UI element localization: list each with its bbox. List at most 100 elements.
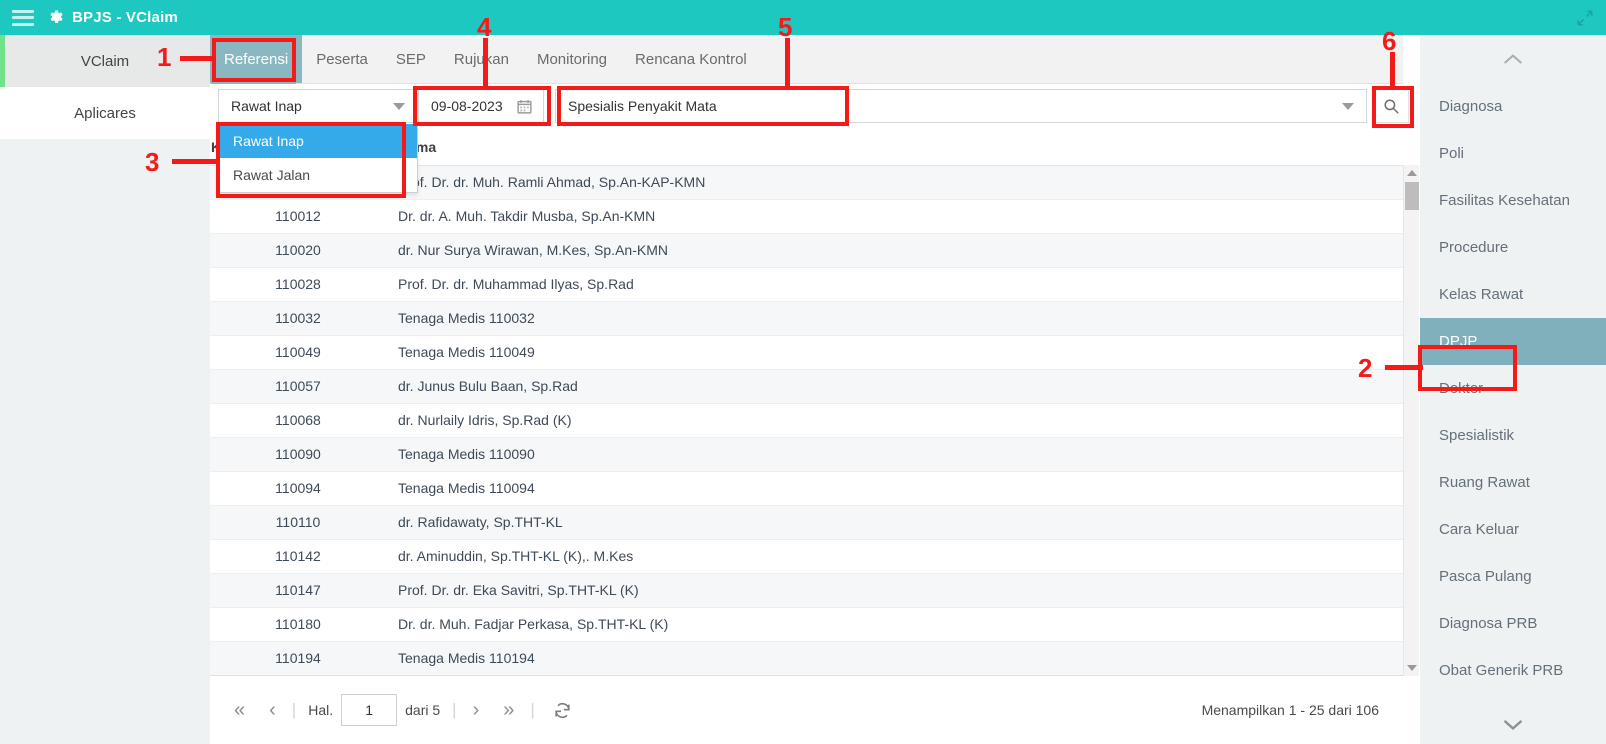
tab-sep[interactable]: SEP: [382, 35, 440, 83]
cell-kode: 110147: [210, 573, 386, 608]
table-row[interactable]: 110068 dr. Nurlaily Idris, Sp.Rad (K): [210, 403, 1403, 438]
right-menu-label: Fasilitas Kesehatan: [1439, 192, 1570, 209]
tab-referensi[interactable]: Referensi: [210, 35, 303, 83]
table-row[interactable]: 110110 dr. Rafidawaty, Sp.THT-KL: [210, 505, 1403, 540]
table-row[interactable]: 110020 dr. Nur Surya Wirawan, M.Kes, Sp.A…: [210, 233, 1403, 268]
right-menu-item-pasca-pulang[interactable]: Pasca Pulang: [1420, 553, 1606, 600]
chevron-down-icon: [1407, 665, 1417, 671]
tab-label: Rujukan: [453, 50, 509, 68]
cell-nama: Tenaga Medis 110032: [386, 301, 1403, 336]
jenis-pelayanan-dropdown-list[interactable]: Rawat Inap Rawat Jalan: [218, 124, 418, 193]
right-menu-item-obat-generik-prb[interactable]: Obat Generik PRB: [1420, 647, 1606, 694]
window-title: BPJS - VClaim: [72, 9, 178, 26]
right-menu-label: Obat Generik PRB: [1439, 662, 1564, 679]
cell-nama: Dr. dr. A. Muh. Takdir Musba, Sp.An-KMN: [386, 199, 1403, 234]
cell-nama: dr. Nurlaily Idris, Sp.Rad (K): [386, 403, 1403, 438]
prev-page-button[interactable]: ‹: [257, 700, 288, 720]
scrollbar-thumb[interactable]: [1405, 182, 1419, 210]
cell-kode: 110068: [210, 403, 386, 438]
calendar-icon[interactable]: [516, 98, 533, 115]
table-row[interactable]: 110142 dr. Aminuddin, Sp.THT-KL (K),. M.K…: [210, 539, 1403, 574]
page-number-input[interactable]: [341, 694, 398, 726]
scroll-down-button[interactable]: [1404, 660, 1420, 676]
table-row[interactable]: 110012 Dr. dr. A. Muh. Takdir Musba, Sp.A…: [210, 199, 1403, 234]
right-sidebar-collapse-down[interactable]: [1420, 710, 1606, 740]
divider: |: [530, 700, 535, 719]
tanggal-field[interactable]: 09-08-2023: [418, 89, 544, 123]
sidebar-item-vclaim[interactable]: VClaim: [0, 35, 210, 87]
title-bar: BPJS - VClaim: [0, 0, 1606, 35]
cell-kode: 110110: [210, 505, 386, 540]
table-row[interactable]: 110057 dr. Junus Bulu Baan, Sp.Rad: [210, 369, 1403, 404]
cell-kode: 110028: [210, 267, 386, 302]
table-row[interactable]: 110147 Prof. Dr. dr. Eka Savitri, Sp.THT-…: [210, 573, 1403, 608]
right-menu-item-ruang-rawat[interactable]: Ruang Rawat: [1420, 459, 1606, 506]
table-row[interactable]: 110090 Tenaga Medis 110090: [210, 437, 1403, 472]
dropdown-option-rawat-jalan[interactable]: Rawat Jalan: [219, 158, 417, 192]
tab-rencana-kontrol[interactable]: Rencana Kontrol: [621, 35, 761, 83]
tab-monitoring[interactable]: Monitoring: [523, 35, 621, 83]
left-sidebar: VClaim Aplicares: [0, 35, 210, 744]
table-body: Prof. Dr. dr. Muh. Ramli Ahmad, Sp.An-KA…: [210, 165, 1403, 675]
spesialistik-value: Spesialis Penyakit Mata: [568, 98, 717, 114]
table-row[interactable]: 110094 Tenaga Medis 110094: [210, 471, 1403, 506]
cell-nama: dr. Junus Bulu Baan, Sp.Rad: [386, 369, 1403, 404]
tab-peserta[interactable]: Peserta: [302, 35, 382, 83]
right-menu-item-diagnosa-prb[interactable]: Diagnosa PRB: [1420, 600, 1606, 647]
cell-nama: dr. Rafidawaty, Sp.THT-KL: [386, 505, 1403, 540]
dpjp-table-container: Kode Nama Prof. Dr. dr. Muh. Ramli Ahmad…: [210, 129, 1403, 675]
cell-kode: 110142: [210, 539, 386, 574]
next-page-button[interactable]: ›: [461, 700, 492, 720]
last-page-button[interactable]: »: [491, 700, 526, 720]
right-menu-item-diagnosa[interactable]: Diagnosa: [1420, 83, 1606, 130]
right-menu-item-spesialistik[interactable]: Spesialistik: [1420, 412, 1606, 459]
sidebar-item-label: Aplicares: [74, 104, 136, 122]
first-page-button[interactable]: «: [210, 700, 257, 720]
right-menu-item-procedure[interactable]: Procedure: [1420, 224, 1606, 271]
search-icon: [1384, 99, 1399, 114]
expand-icon[interactable]: [1576, 9, 1594, 27]
right-menu-label: Diagnosa PRB: [1439, 615, 1538, 632]
cell-kode: 110012: [210, 199, 386, 234]
right-menu-item-kelas-rawat[interactable]: Kelas Rawat: [1420, 271, 1606, 318]
dropdown-option-label: Rawat Inap: [233, 133, 304, 149]
cell-nama: Prof. Dr. dr. Eka Savitri, Sp.THT-KL (K): [386, 573, 1403, 608]
tab-label: Peserta: [316, 50, 368, 68]
right-menu-item-cara-keluar[interactable]: Cara Keluar: [1420, 506, 1606, 553]
jenis-pelayanan-value: Rawat Inap: [231, 98, 302, 114]
hamburger-icon[interactable]: [12, 9, 34, 26]
spesialistik-field[interactable]: Spesialis Penyakit Mata: [555, 89, 1367, 123]
cell-nama: Prof. Dr. dr. Muhammad Ilyas, Sp.Rad: [386, 267, 1403, 302]
refresh-button[interactable]: [539, 701, 586, 720]
right-menu-label: Pasca Pulang: [1439, 568, 1532, 585]
filter-toolbar: Rawat Inap 09-08-2023 Spesialis Penyakit…: [210, 84, 1409, 129]
chevron-down-icon: [393, 102, 405, 110]
table-row[interactable]: 110049 Tenaga Medis 110049: [210, 335, 1403, 370]
dropdown-option-label: Rawat Jalan: [233, 167, 311, 183]
table-row[interactable]: 110028 Prof. Dr. dr. Muhammad Ilyas, Sp.R…: [210, 267, 1403, 302]
right-menu-item-dokter[interactable]: Dokter: [1420, 365, 1606, 412]
scroll-up-button[interactable]: [1404, 165, 1420, 181]
table-row[interactable]: 110032 Tenaga Medis 110032: [210, 301, 1403, 336]
right-menu-item-dpjp[interactable]: DPJP: [1420, 318, 1606, 365]
right-sidebar-collapse-up[interactable]: [1420, 35, 1606, 83]
jenis-pelayanan-dropdown[interactable]: Rawat Inap: [218, 89, 418, 123]
cell-nama: Tenaga Medis 110094: [386, 471, 1403, 506]
cell-kode: 110094: [210, 471, 386, 506]
table-row[interactable]: 110194 Tenaga Medis 110194: [210, 641, 1403, 675]
cell-kode: 110090: [210, 437, 386, 472]
right-menu-label: Poli: [1439, 145, 1465, 162]
sidebar-item-aplicares[interactable]: Aplicares: [0, 87, 210, 139]
cell-kode: 110032: [210, 301, 386, 336]
table-vertical-scrollbar[interactable]: [1403, 165, 1419, 676]
search-button[interactable]: [1373, 89, 1409, 123]
table-row[interactable]: 110180 Dr. dr. Muh. Fadjar Perkasa, Sp.TH…: [210, 607, 1403, 642]
right-menu-item-fasilitas-kesehatan[interactable]: Fasilitas Kesehatan: [1420, 177, 1606, 224]
right-menu-label: DPJP: [1439, 333, 1478, 350]
cell-kode: 110020: [210, 233, 386, 268]
column-header-nama[interactable]: Nama: [386, 129, 1403, 166]
right-menu-item-poli[interactable]: Poli: [1420, 130, 1606, 177]
tab-rujukan[interactable]: Rujukan: [440, 35, 523, 83]
refresh-icon: [555, 702, 570, 718]
dropdown-option-rawat-inap[interactable]: Rawat Inap: [219, 124, 417, 158]
